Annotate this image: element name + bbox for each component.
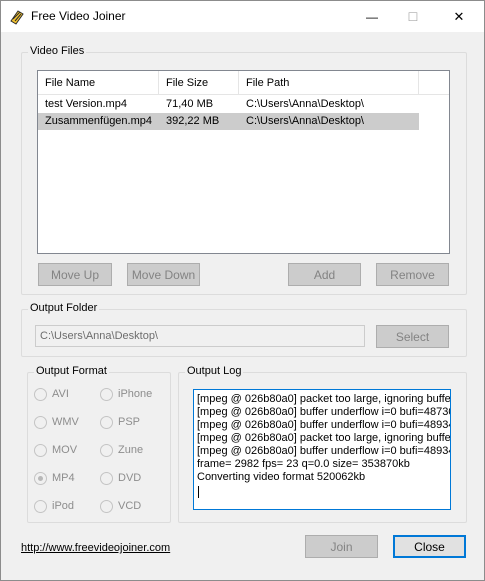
radio-button-icon xyxy=(100,415,113,429)
radio-button-icon xyxy=(34,387,47,401)
radio-label: PSP xyxy=(118,416,141,428)
table-row[interactable]: test Version.mp4 71,40 MB C:\Users\Anna\… xyxy=(38,96,419,113)
radio-button-icon xyxy=(100,387,113,401)
select-folder-button[interactable]: Select xyxy=(376,325,449,348)
radio-mp4[interactable]: MP4 xyxy=(34,470,75,486)
radio-wmv[interactable]: WMV xyxy=(34,414,79,430)
remove-button[interactable]: Remove xyxy=(376,263,449,286)
radio-label: DVD xyxy=(118,472,142,484)
video-files-list[interactable]: File Name File Size File Path test Versi… xyxy=(37,70,450,254)
radio-button-icon xyxy=(34,499,47,513)
column-header-file-name[interactable]: File Name xyxy=(38,71,159,95)
add-button[interactable]: Add xyxy=(288,263,361,286)
maximize-button[interactable]: ☐ xyxy=(390,1,436,32)
radio-label: AVI xyxy=(52,388,69,400)
radio-label: MOV xyxy=(52,444,78,456)
radio-label: WMV xyxy=(52,416,79,428)
radio-vcd[interactable]: VCD xyxy=(100,498,141,514)
maximize-icon: ☐ xyxy=(407,9,419,24)
log-line: frame= 2982 fps= 23 q=0.0 size= 353870kb xyxy=(197,458,410,470)
file-size-cell: 71,40 MB xyxy=(166,98,214,110)
log-line: Converting video format 520062kb xyxy=(197,471,366,483)
join-button[interactable]: Join xyxy=(305,535,378,558)
log-line: [mpeg @ 026b80a0] buffer underflow i=0 b… xyxy=(197,445,451,457)
output-format-label: Output Format xyxy=(34,365,109,377)
column-header-file-path[interactable]: File Path xyxy=(239,71,419,95)
minimize-icon: — xyxy=(366,9,378,24)
radio-iphone[interactable]: iPhone xyxy=(100,386,152,402)
app-logo-icon xyxy=(9,9,25,25)
radio-ipod[interactable]: iPod xyxy=(34,498,74,514)
output-folder-field[interactable]: C:\Users\Anna\Desktop\ xyxy=(35,325,365,347)
log-line: [mpeg @ 026b80a0] packet too large, igno… xyxy=(197,393,451,405)
radio-zune[interactable]: Zune xyxy=(100,442,143,458)
radio-button-icon xyxy=(100,443,113,457)
radio-dvd[interactable]: DVD xyxy=(100,470,141,486)
log-line: [mpeg @ 026b80a0] buffer underflow i=0 b… xyxy=(197,419,451,431)
radio-button-icon xyxy=(34,443,47,457)
move-up-button[interactable]: Move Up xyxy=(38,263,112,286)
log-line: [mpeg @ 026b80a0] buffer underflow i=0 b… xyxy=(197,406,451,418)
close-window-button[interactable]: ✕ xyxy=(436,1,482,32)
minimize-button[interactable]: — xyxy=(349,1,395,32)
window-title: Free Video Joiner xyxy=(31,9,126,23)
radio-button-icon xyxy=(100,499,113,513)
close-button[interactable]: Close xyxy=(393,535,466,558)
file-path-cell: C:\Users\Anna\Desktop\ xyxy=(246,98,364,110)
radio-avi[interactable]: AVI xyxy=(34,386,69,402)
radio-label: iPhone xyxy=(118,388,153,400)
close-icon: ✕ xyxy=(453,8,465,24)
radio-label: VCD xyxy=(118,500,142,512)
log-line: [mpeg @ 026b80a0] packet too large, igno… xyxy=(197,432,451,444)
radio-button-icon xyxy=(34,415,47,429)
title-bar[interactable]: Free Video Joiner — ☐ ✕ xyxy=(1,1,484,32)
output-folder-label: Output Folder xyxy=(28,302,100,314)
video-files-label: Video Files xyxy=(28,45,87,57)
radio-psp[interactable]: PSP xyxy=(100,414,140,430)
website-link[interactable]: http://www.freevideojoiner.com xyxy=(21,542,170,554)
output-log-label: Output Log xyxy=(185,365,244,377)
column-header-file-size[interactable]: File Size xyxy=(159,71,239,95)
text-caret xyxy=(198,486,199,498)
radio-button-icon xyxy=(100,471,113,485)
move-down-button[interactable]: Move Down xyxy=(127,263,200,286)
table-row-selected[interactable]: Zusammenfügen.mp4 392,22 MB C:\Users\Ann… xyxy=(38,113,419,130)
radio-mov[interactable]: MOV xyxy=(34,442,77,458)
file-path-cell: C:\Users\Anna\Desktop\ xyxy=(246,115,364,127)
radio-button-checked-icon xyxy=(34,471,47,485)
radio-label: iPod xyxy=(52,500,75,512)
radio-label: Zune xyxy=(118,444,144,456)
file-name-cell: Zusammenfügen.mp4 xyxy=(45,115,152,127)
file-size-cell: 392,22 MB xyxy=(166,115,220,127)
list-header: File Name File Size File Path xyxy=(38,71,449,95)
file-name-cell: test Version.mp4 xyxy=(45,98,127,110)
app-window: Free Video Joiner — ☐ ✕ Video Files File… xyxy=(0,0,485,581)
output-log-textarea[interactable]: [mpeg @ 026b80a0] packet too large, igno… xyxy=(193,389,451,510)
radio-label: MP4 xyxy=(52,472,75,484)
